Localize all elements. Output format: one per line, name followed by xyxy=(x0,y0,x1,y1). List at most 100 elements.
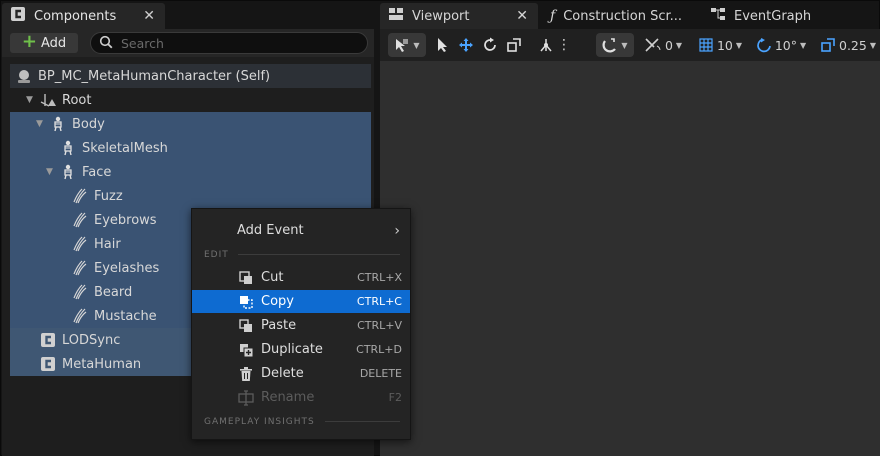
tree-item-self[interactable]: BP_MC_MetaHumanCharacter (Self) xyxy=(10,64,371,88)
function-icon: ƒ xyxy=(550,8,556,24)
search-icon xyxy=(99,35,113,52)
tab-viewport[interactable]: Viewport ✕ xyxy=(380,3,538,29)
chevron-down-icon: ▼ xyxy=(735,40,743,50)
move-arrows-icon xyxy=(459,38,473,52)
skeleton-icon xyxy=(48,116,68,132)
rotation-snap-dropdown[interactable]: 0 ▼ xyxy=(640,33,686,57)
menu-item-shortcut: CTRL+X xyxy=(357,271,402,284)
vertical-dots-icon: ⋮ xyxy=(557,37,571,53)
groom-icon xyxy=(70,308,90,324)
trash-icon xyxy=(238,366,254,382)
cursor-icon xyxy=(438,38,447,52)
expand-triangle-icon[interactable]: ▼ xyxy=(26,95,38,105)
tree-item-face[interactable]: ▼ Face xyxy=(10,160,371,184)
rotate-icon xyxy=(484,37,496,51)
skeleton-icon xyxy=(58,164,78,180)
chevron-right-icon: › xyxy=(394,222,400,239)
add-component-button[interactable]: + Add xyxy=(10,33,78,53)
tree-item-label: Eyebrows xyxy=(94,212,157,228)
tab-components-label: Components xyxy=(34,8,117,24)
tab-label: Viewport xyxy=(412,8,470,24)
tree-item-label: Fuzz xyxy=(94,188,123,204)
menu-item-cut[interactable]: Cut CTRL+X xyxy=(192,266,410,289)
tree-item-label: Face xyxy=(82,164,112,180)
menu-item-rename[interactable]: Rename F2 xyxy=(192,386,410,409)
angle-snap-icon xyxy=(757,38,771,53)
menu-item-shortcut: DELETE xyxy=(359,367,402,380)
groom-icon xyxy=(70,260,90,276)
tree-item-label: Mustache xyxy=(94,308,157,324)
menu-item-label: Rename xyxy=(261,390,315,405)
magnet-snap-icon xyxy=(602,38,617,53)
tab-eventgraph[interactable]: EventGraph xyxy=(702,3,832,29)
tab-components[interactable]: Components ✕ xyxy=(2,3,165,29)
tree-item-label: BP_MC_MetaHumanCharacter (Self) xyxy=(38,68,271,84)
translate-tool-button[interactable] xyxy=(456,33,476,57)
tab-construction-script[interactable]: ƒ Construction Scr... xyxy=(542,3,702,29)
plus-icon: + xyxy=(21,31,37,52)
scale-tool-button[interactable] xyxy=(504,33,524,57)
select-tool-button[interactable] xyxy=(432,33,452,57)
coordinate-system-button[interactable] xyxy=(536,33,556,57)
context-menu: Add Event › EDIT Cut CTRL+X Copy CTRL+C … xyxy=(191,208,411,440)
tree-item-skeletalmesh[interactable]: SkeletalMesh xyxy=(10,136,371,160)
expand-triangle-icon[interactable]: ▼ xyxy=(36,119,48,129)
menu-item-delete[interactable]: Delete DELETE xyxy=(192,362,410,385)
duplicate-icon xyxy=(238,342,254,358)
section-gameplay-insights-header: GAMEPLAY INSIGHTS xyxy=(204,417,315,427)
chevron-down-icon: ▼ xyxy=(621,40,628,50)
select-mode-icon xyxy=(396,39,409,52)
component-c-icon xyxy=(38,356,58,372)
copy-icon xyxy=(238,294,254,310)
menu-item-duplicate[interactable]: Duplicate CTRL+D xyxy=(192,338,410,361)
tree-item-body[interactable]: ▼ Body xyxy=(10,112,371,136)
close-icon[interactable]: ✕ xyxy=(143,8,155,24)
tree-item-root[interactable]: ▼ Root xyxy=(10,88,371,112)
scene-root-icon xyxy=(38,92,58,108)
close-icon[interactable]: ✕ xyxy=(516,8,528,24)
menu-item-label: Paste xyxy=(261,318,297,333)
tree-item-label: Hair xyxy=(94,236,121,252)
menu-item-label: Add Event xyxy=(237,223,304,238)
menu-item-label: Copy xyxy=(261,294,294,309)
menu-item-shortcut: F2 xyxy=(388,391,402,404)
select-mode-dropdown[interactable]: ▼ xyxy=(388,33,426,57)
surface-snap-dropdown[interactable]: ▼ xyxy=(596,33,634,57)
rotate-tool-button[interactable] xyxy=(480,33,500,57)
grid-snap-value: 10 xyxy=(716,37,733,53)
menu-item-paste[interactable]: Paste CTRL+V xyxy=(192,314,410,337)
cut-icon xyxy=(238,270,254,286)
expand-triangle-icon[interactable]: ▼ xyxy=(46,167,58,177)
actor-sphere-icon xyxy=(14,68,34,84)
more-options-button[interactable]: ⋮ xyxy=(557,33,571,57)
tree-item-label: SkeletalMesh xyxy=(82,140,168,156)
snap-angle-icon xyxy=(645,38,661,52)
angle-snap-dropdown[interactable]: 10° ▼ xyxy=(752,33,810,57)
viewport-canvas[interactable] xyxy=(380,61,880,456)
component-c-icon xyxy=(10,6,26,26)
scale-icon xyxy=(507,38,521,52)
groom-icon xyxy=(70,236,90,252)
chevron-down-icon: ▼ xyxy=(675,40,683,50)
viewport-grid-icon xyxy=(388,7,404,25)
grid-snap-dropdown[interactable]: 10 ▼ xyxy=(694,33,746,57)
scale-snap-dropdown[interactable]: 0.25 ▼ xyxy=(818,33,878,57)
tree-item-fuzz[interactable]: Fuzz xyxy=(10,184,371,208)
chevron-down-icon: ▼ xyxy=(800,40,807,50)
tree-item-label: Root xyxy=(62,92,92,108)
tab-label: Construction Scr... xyxy=(563,8,683,24)
component-c-icon xyxy=(38,332,58,348)
rotation-snap-value: 0 xyxy=(664,37,673,53)
grid-snap-icon xyxy=(699,38,713,52)
paste-icon xyxy=(238,318,254,334)
tree-item-label: Eyelashes xyxy=(94,260,160,276)
menu-item-add-event[interactable]: Add Event › xyxy=(192,219,410,242)
menu-item-shortcut: CTRL+C xyxy=(356,295,402,308)
rename-icon xyxy=(238,389,254,406)
search-input[interactable] xyxy=(121,35,351,51)
menu-item-shortcut: CTRL+V xyxy=(357,319,402,332)
menu-item-copy[interactable]: Copy CTRL+C xyxy=(192,290,410,313)
tab-label: EventGraph xyxy=(734,8,812,24)
section-divider xyxy=(325,421,400,422)
scale-snap-value: 0.25 xyxy=(839,37,867,53)
